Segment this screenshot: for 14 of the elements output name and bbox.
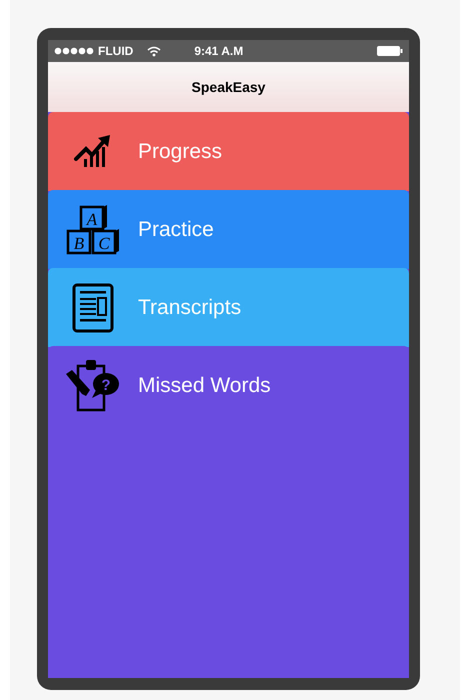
menu-item[interactable]: A B C Practice [48,190,409,269]
battery-icon [377,46,403,56]
chart-icon [74,134,112,168]
menu-label: Missed Words [138,373,271,399]
wifi-icon [147,46,162,56]
signal-dots-icon [54,47,94,55]
clock-time: 9:41 A.M [194,43,244,60]
menu-label: Practice [138,216,214,243]
menu-item[interactable]: Progress [48,112,409,191]
menu-label: Progress [138,138,222,165]
carrier-name: FLUID [98,43,134,60]
menu-label: Transcripts [138,294,242,321]
document-icon [72,282,114,332]
app-title: SpeakEasy [192,78,266,97]
